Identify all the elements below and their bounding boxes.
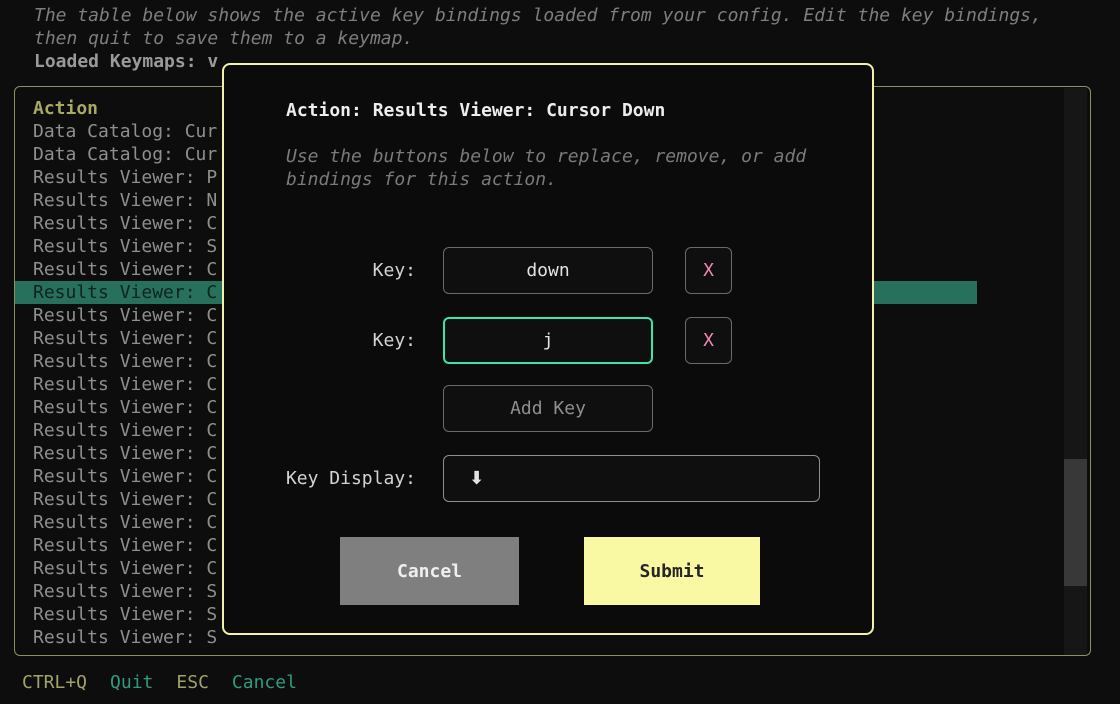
remove-key-button-2[interactable]: X <box>685 317 732 364</box>
modal-title: Action: Results Viewer: Cursor Down <box>286 100 665 121</box>
scrollbar-track[interactable] <box>1064 88 1087 655</box>
cancel-button[interactable]: Cancel <box>340 537 519 605</box>
key-display-input[interactable]: ⬇ <box>443 455 820 502</box>
edit-binding-modal: Action: Results Viewer: Cursor Down Use … <box>222 63 874 635</box>
submit-button[interactable]: Submit <box>584 537 760 605</box>
key-display-label: Key Display: <box>224 455 416 502</box>
footer-action-cancel[interactable]: Cancel <box>232 671 297 695</box>
footer-keybar: CTRL+Q Quit ESC Cancel <box>22 671 297 695</box>
key-input-2[interactable]: j <box>443 317 653 364</box>
remove-key-button-1[interactable]: X <box>685 247 732 294</box>
key-label-1: Key: <box>224 247 416 294</box>
key-label-2: Key: <box>224 317 416 364</box>
key-input-1[interactable]: down <box>443 247 653 294</box>
add-key-button[interactable]: Add Key <box>443 385 653 432</box>
footer-action-quit[interactable]: Quit <box>110 671 153 695</box>
footer-key-ctrlq[interactable]: CTRL+Q <box>22 671 87 695</box>
footer-key-esc[interactable]: ESC <box>176 671 209 695</box>
description-line-1: The table below shows the active key bin… <box>34 4 1042 27</box>
scrollbar-thumb[interactable] <box>1064 459 1087 586</box>
description-line-2: then quit to save them to a keymap. <box>34 27 1042 50</box>
modal-subtitle: Use the buttons below to replace, remove… <box>286 145 831 191</box>
